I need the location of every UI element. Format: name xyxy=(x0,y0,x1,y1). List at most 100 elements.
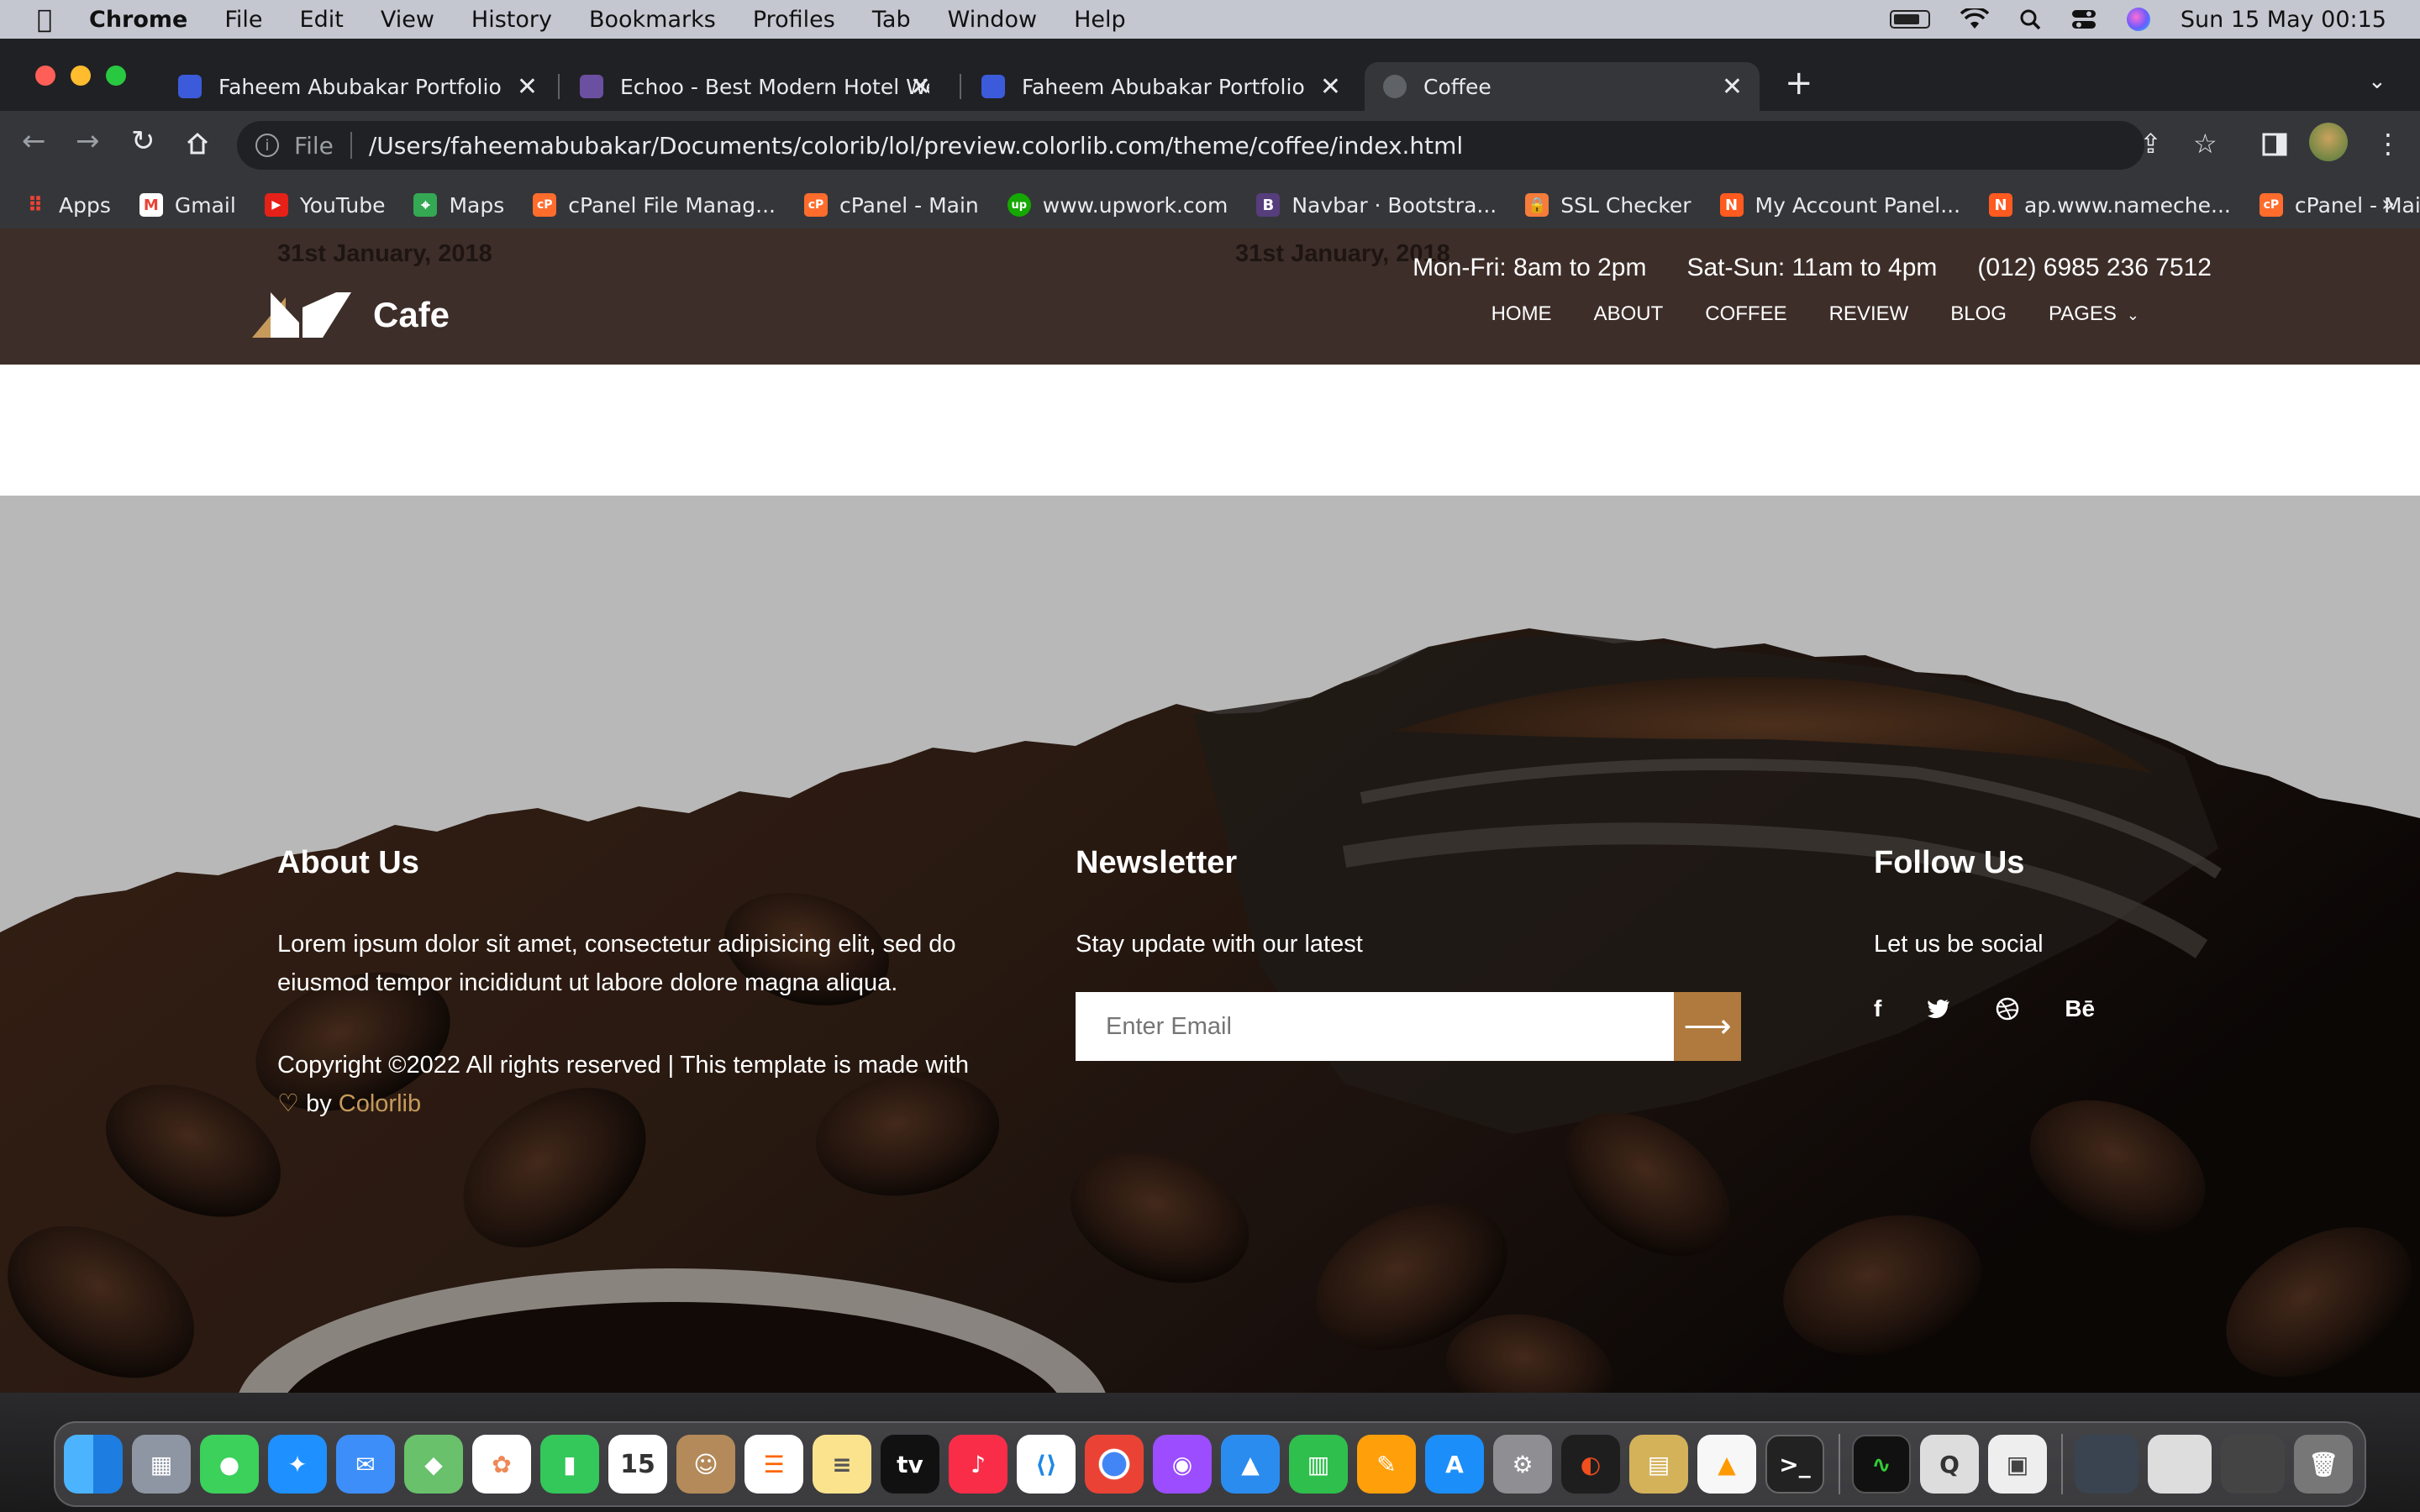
pages-icon[interactable]: ✎ xyxy=(1357,1435,1416,1494)
system-preferences-icon[interactable]: ⚙ xyxy=(1493,1435,1552,1494)
bookmark-upwork[interactable]: up www.upwork.com xyxy=(1007,193,1228,218)
bookmark-youtube[interactable]: ▶ YouTube xyxy=(264,193,385,218)
wifi-icon[interactable] xyxy=(1960,8,1989,30)
nav-pages[interactable]: PAGES ⌄ xyxy=(2049,302,2139,326)
reload-icon[interactable]: ↻ xyxy=(131,124,155,158)
bookmark-apps[interactable]: ⠿ Apps xyxy=(24,193,111,218)
back-arrow-icon[interactable]: ← xyxy=(22,124,46,158)
phone-number[interactable]: (012) 6985 236 7512 xyxy=(1977,254,2212,282)
launchpad-icon[interactable]: ▦ xyxy=(132,1435,191,1494)
figma-icon[interactable]: ◐ xyxy=(1561,1435,1620,1494)
safari-icon[interactable]: ✦ xyxy=(268,1435,327,1494)
nav-review[interactable]: REVIEW xyxy=(1829,302,1909,326)
apple-tv-icon[interactable]: tv xyxy=(881,1435,939,1494)
home-icon[interactable] xyxy=(185,131,210,156)
close-window-button[interactable] xyxy=(35,66,55,86)
close-tab-icon[interactable]: ✕ xyxy=(1320,72,1341,102)
vlc-icon[interactable]: ▲ xyxy=(1697,1435,1756,1494)
menu-help[interactable]: Help xyxy=(1074,7,1126,33)
tab-search-chevron-icon[interactable]: ⌄ xyxy=(2368,69,2386,94)
nav-home[interactable]: HOME xyxy=(1491,302,1552,326)
bookmark-namecheap[interactable]: Nap.www.nameche... xyxy=(1989,193,2231,218)
activity-monitor-icon[interactable]: ∿ xyxy=(1852,1435,1911,1494)
bookmark-cpanel-file[interactable]: cP cPanel File Manag... xyxy=(533,193,776,218)
menubar-clock[interactable]: Sun 15 May 00:15 xyxy=(2181,7,2386,33)
email-input[interactable] xyxy=(1076,992,1674,1061)
app-store-icon[interactable]: A xyxy=(1425,1435,1484,1494)
tab-echoo[interactable]: Echoo - Best Modern Hotel We ✕ xyxy=(561,62,948,111)
maps-icon[interactable]: ◆ xyxy=(404,1435,463,1494)
menu-history[interactable]: History xyxy=(471,7,552,33)
keynote-icon[interactable]: ▲ xyxy=(1221,1435,1280,1494)
forward-arrow-icon[interactable]: → xyxy=(76,124,100,158)
menu-view[interactable]: View xyxy=(381,7,434,33)
reminders-icon[interactable]: ☰ xyxy=(744,1435,803,1494)
bookmark-ssl-checker[interactable]: 🔒 SSL Checker xyxy=(1525,193,1691,218)
tab-portfolio-2[interactable]: Faheem Abubakar Portfolio ✕ xyxy=(963,62,1358,111)
share-icon[interactable]: ⇪ xyxy=(2139,128,2162,160)
tab-portfolio-1[interactable]: Faheem Abubakar Portfolio ✕ xyxy=(160,62,555,111)
vscode-icon[interactable]: ⟨⟩ xyxy=(1017,1435,1076,1494)
control-center-icon[interactable] xyxy=(2071,8,2096,30)
menu-profiles[interactable]: Profiles xyxy=(753,7,835,33)
site-info-icon[interactable]: i xyxy=(255,134,279,157)
notes-icon[interactable]: ≡ xyxy=(813,1435,871,1494)
tab-coffee-active[interactable]: Coffee ✕ xyxy=(1365,62,1760,111)
nav-about[interactable]: ABOUT xyxy=(1594,302,1664,326)
side-panel-icon[interactable] xyxy=(2262,133,2287,156)
bookmark-gmail[interactable]: M Gmail xyxy=(139,193,236,218)
minimize-window-button[interactable] xyxy=(71,66,91,86)
bookmark-cpanel-main-2[interactable]: cP cPanel - Main xyxy=(2259,193,2420,218)
menu-app-name[interactable]: Chrome xyxy=(89,7,187,33)
menu-window[interactable]: Window xyxy=(948,7,1037,33)
preview-icon[interactable]: ▣ xyxy=(1988,1435,2047,1494)
behance-icon[interactable]: Bē xyxy=(2065,995,2095,1022)
dribbble-icon[interactable] xyxy=(1996,997,2019,1021)
numbers-icon[interactable]: ▥ xyxy=(1289,1435,1348,1494)
url-text[interactable]: /Users/faheemabubakar/Documents/colorib/… xyxy=(369,132,1463,160)
calendar-icon[interactable]: 15 xyxy=(608,1435,667,1494)
bookmark-bootstrap[interactable]: B Navbar · Bootstra... xyxy=(1256,193,1497,218)
bookmarks-overflow-icon[interactable]: » xyxy=(2381,192,2395,217)
menu-file[interactable]: File xyxy=(224,7,262,33)
nav-blog[interactable]: BLOG xyxy=(1950,302,2007,326)
menu-tab[interactable]: Tab xyxy=(872,7,911,33)
finder-icon[interactable] xyxy=(64,1435,123,1494)
profile-avatar[interactable] xyxy=(2309,123,2348,161)
bookmark-cpanel-main[interactable]: cP cPanel - Main xyxy=(803,193,979,218)
new-tab-plus-icon[interactable]: + xyxy=(1785,64,1813,102)
contacts-icon[interactable]: ☺ xyxy=(676,1435,735,1494)
terminal-icon[interactable]: >_ xyxy=(1765,1435,1824,1494)
chrome-icon[interactable] xyxy=(1085,1435,1144,1494)
podcasts-icon[interactable]: ◉ xyxy=(1153,1435,1212,1494)
close-tab-icon[interactable]: ✕ xyxy=(1722,72,1743,102)
messages-icon[interactable]: ● xyxy=(200,1435,259,1494)
photos-icon[interactable]: ✿ xyxy=(472,1435,531,1494)
bookmark-maps[interactable]: ⌖ Maps xyxy=(413,193,504,218)
facetime-icon[interactable]: ▮ xyxy=(540,1435,599,1494)
recent-window-thumbnail[interactable] xyxy=(2148,1435,2212,1494)
site-logo[interactable]: Cafe xyxy=(252,289,450,341)
address-bar[interactable]: i File /Users/faheemabubakar/Documents/c… xyxy=(237,121,2144,170)
recent-window-thumbnail[interactable] xyxy=(2221,1435,2285,1494)
mail-icon[interactable]: ✉ xyxy=(336,1435,395,1494)
trash-icon[interactable]: 🗑 xyxy=(2294,1435,2353,1494)
menu-edit[interactable]: Edit xyxy=(300,7,344,33)
spotlight-search-icon[interactable] xyxy=(2019,8,2041,30)
facebook-icon[interactable]: f xyxy=(1874,995,1881,1022)
apple-menu-icon[interactable]:  xyxy=(0,5,89,34)
quicktime-icon[interactable]: Q xyxy=(1920,1435,1979,1494)
battery-icon[interactable] xyxy=(1889,10,1930,29)
subscribe-button[interactable]: ⟶ xyxy=(1674,992,1741,1061)
bookmark-star-icon[interactable]: ☆ xyxy=(2193,128,2217,160)
colorlib-link[interactable]: Colorlib xyxy=(339,1090,421,1117)
siri-icon[interactable] xyxy=(2126,8,2150,31)
zoom-window-button[interactable] xyxy=(106,66,126,86)
close-tab-icon[interactable]: ✕ xyxy=(517,72,538,102)
recent-window-thumbnail[interactable] xyxy=(2075,1435,2139,1494)
bookmark-account-panel[interactable]: N My Account Panel... xyxy=(1719,193,1960,218)
nav-coffee[interactable]: COFFEE xyxy=(1705,302,1786,326)
close-tab-icon[interactable]: ✕ xyxy=(910,72,931,102)
more-menu-icon[interactable]: ⋮ xyxy=(2375,128,2402,160)
archive-utility-icon[interactable]: ▤ xyxy=(1629,1435,1688,1494)
